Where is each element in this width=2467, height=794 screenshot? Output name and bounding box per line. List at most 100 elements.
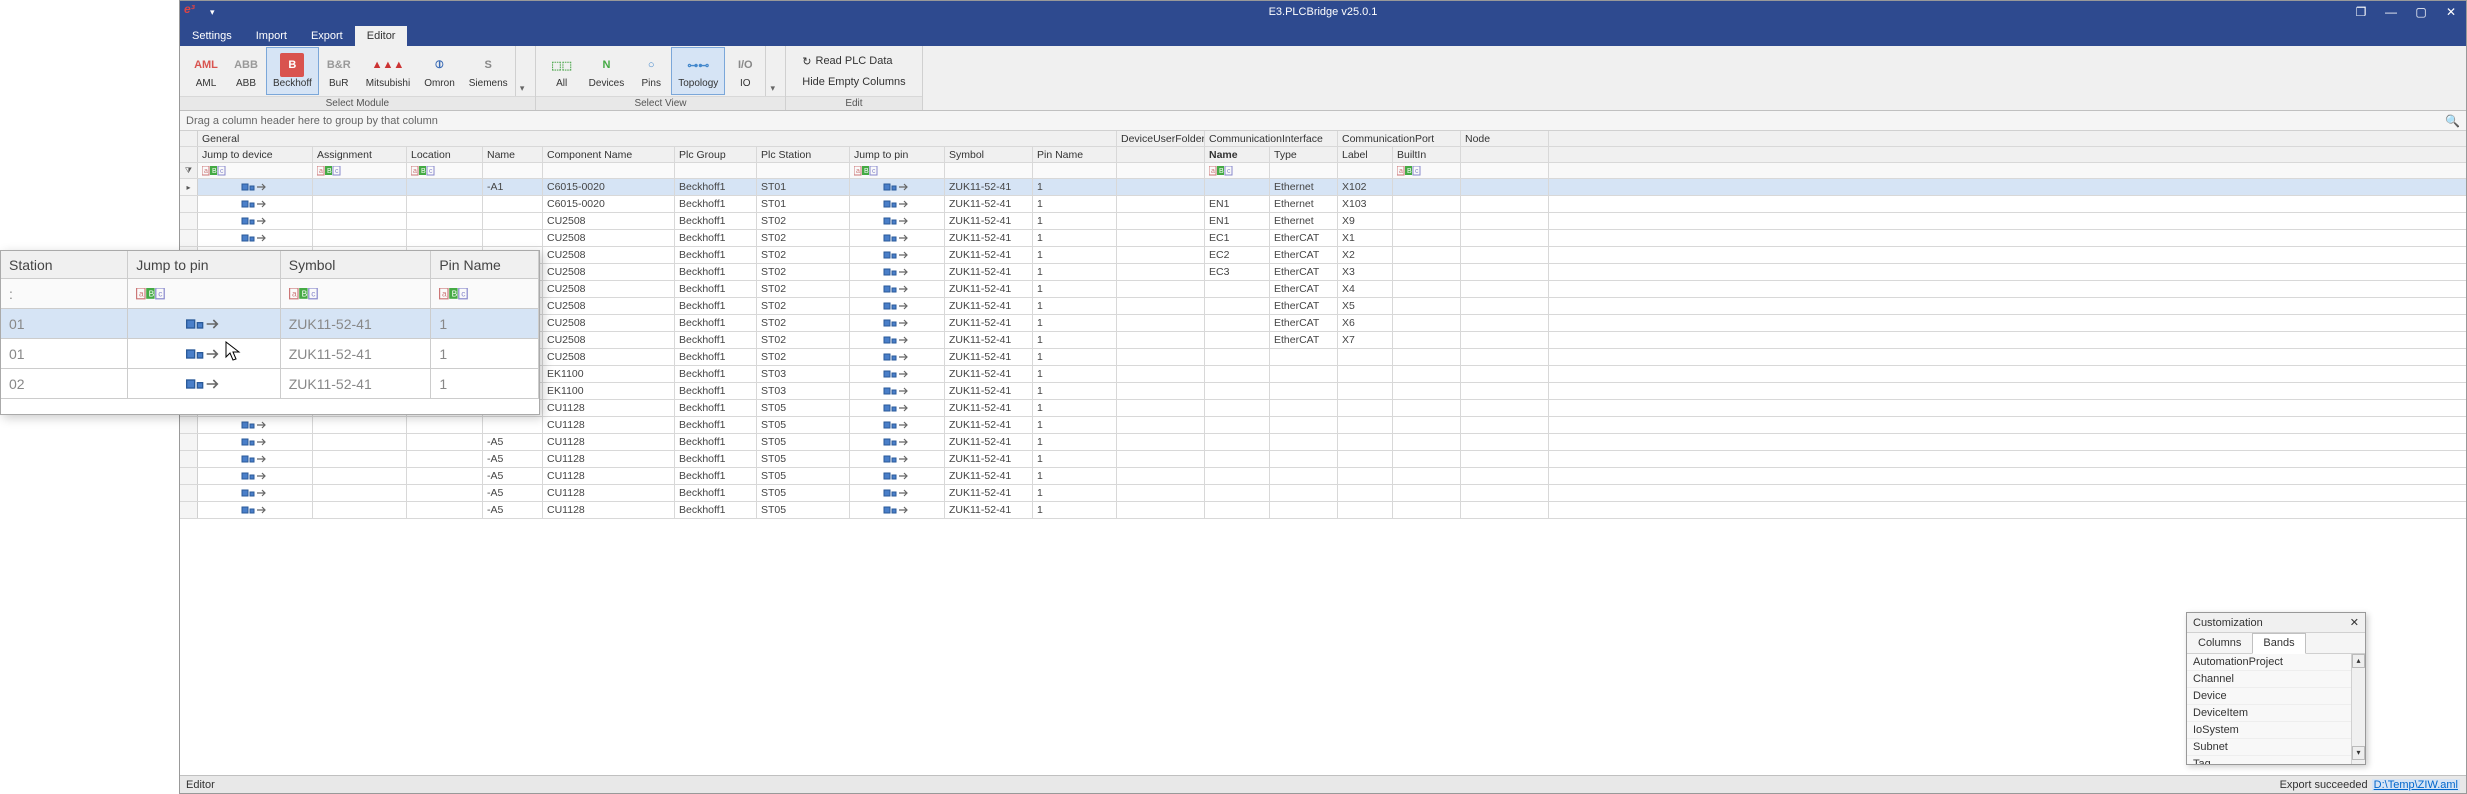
zoom-filter-sym[interactable] xyxy=(281,279,432,308)
cell-jtp[interactable] xyxy=(850,298,945,314)
cell-jtd[interactable] xyxy=(198,502,313,518)
cell-cpbuilt[interactable] xyxy=(1393,349,1461,365)
table-row[interactable]: -A5CU1128Beckhoff1ST05ZUK11-52-411 xyxy=(180,451,2466,468)
cell-ciname[interactable] xyxy=(1205,383,1270,399)
cell-ciname[interactable]: EN1 xyxy=(1205,196,1270,212)
cell-pin[interactable]: 1 xyxy=(1033,502,1117,518)
cell-ciname[interactable] xyxy=(1205,451,1270,467)
cell-jtd[interactable] xyxy=(198,230,313,246)
col-ci-name[interactable]: Name xyxy=(1205,147,1270,162)
cell-citype[interactable]: EtherCAT xyxy=(1270,264,1338,280)
cell-cplabel[interactable]: X3 xyxy=(1338,264,1393,280)
cell-ciname[interactable]: EC3 xyxy=(1205,264,1270,280)
cell-pin[interactable]: 1 xyxy=(1033,264,1117,280)
cell-plcg[interactable]: Beckhoff1 xyxy=(675,264,757,280)
module-bur-button[interactable]: B&RBuR xyxy=(319,47,359,95)
cell-jtp[interactable] xyxy=(850,179,945,195)
zoom-row[interactable]: 01ZUK11-52-411 xyxy=(1,339,539,369)
cell-citype[interactable] xyxy=(1270,383,1338,399)
cell-plcg[interactable]: Beckhoff1 xyxy=(675,366,757,382)
cell-loc[interactable] xyxy=(407,417,483,433)
cell-plcs[interactable]: ST02 xyxy=(757,213,850,229)
cell-node[interactable] xyxy=(1461,366,1549,382)
cell-comp[interactable]: CU1128 xyxy=(543,434,675,450)
cell-plcg[interactable]: Beckhoff1 xyxy=(675,485,757,501)
filter-cplabel[interactable] xyxy=(1338,163,1393,178)
table-row[interactable]: -A5CU1128Beckhoff1ST05ZUK11-52-411 xyxy=(180,485,2466,502)
cell-cplabel[interactable]: X4 xyxy=(1338,281,1393,297)
cell-node[interactable] xyxy=(1461,247,1549,263)
col-name[interactable]: Name xyxy=(483,147,543,162)
cell-cpbuilt[interactable] xyxy=(1393,485,1461,501)
module-beckhoff-button[interactable]: BBeckhoff xyxy=(266,47,319,95)
cell-node[interactable] xyxy=(1461,417,1549,433)
cell-asg[interactable] xyxy=(313,468,407,484)
cell-asg[interactable] xyxy=(313,417,407,433)
cell-duf[interactable] xyxy=(1117,247,1205,263)
cell-duf[interactable] xyxy=(1117,349,1205,365)
cell-pin[interactable]: 1 xyxy=(1033,298,1117,314)
col-assignment[interactable]: Assignment xyxy=(313,147,407,162)
view-io-button[interactable]: I/OIO xyxy=(725,47,765,95)
cell-cplabel[interactable]: X7 xyxy=(1338,332,1393,348)
zoom-col-jump-to-pin[interactable]: Jump to pin xyxy=(128,251,281,278)
cell-duf[interactable] xyxy=(1117,400,1205,416)
cell-pin[interactable]: 1 xyxy=(1033,468,1117,484)
cell-plcs[interactable]: ST05 xyxy=(757,468,850,484)
zoom-filter-station[interactable]: : xyxy=(1,279,128,308)
filter-name[interactable] xyxy=(483,163,543,178)
cell-node[interactable] xyxy=(1461,179,1549,195)
cell-plcg[interactable]: Beckhoff1 xyxy=(675,281,757,297)
zoom-row[interactable]: 01ZUK11-52-411 xyxy=(1,309,539,339)
cell-jtp[interactable] xyxy=(850,196,945,212)
cell-pin[interactable]: 1 xyxy=(1033,315,1117,331)
cell-node[interactable] xyxy=(1461,349,1549,365)
cell-citype[interactable] xyxy=(1270,502,1338,518)
cell-sym[interactable]: ZUK11-52-41 xyxy=(945,179,1033,195)
cell-sym[interactable]: ZUK11-52-41 xyxy=(945,281,1033,297)
cell-name[interactable]: -A5 xyxy=(483,434,543,450)
cell-pin[interactable]: 1 xyxy=(1033,400,1117,416)
cell-pin[interactable]: 1 xyxy=(1033,196,1117,212)
cell-cplabel[interactable] xyxy=(1338,434,1393,450)
minimize-button[interactable]: — xyxy=(2376,1,2406,23)
cell-name[interactable]: -A5 xyxy=(483,502,543,518)
cell-asg[interactable] xyxy=(313,179,407,195)
filter-loc[interactable] xyxy=(407,163,483,178)
cell-plcs[interactable]: ST05 xyxy=(757,502,850,518)
cell-pin[interactable]: 1 xyxy=(1033,281,1117,297)
cell-ciname[interactable] xyxy=(1205,400,1270,416)
cell-pin[interactable]: 1 xyxy=(1033,451,1117,467)
cell-sym[interactable]: ZUK11-52-41 xyxy=(945,434,1033,450)
cell-asg[interactable] xyxy=(313,213,407,229)
cell-duf[interactable] xyxy=(1117,264,1205,280)
cell-plcs[interactable]: ST02 xyxy=(757,332,850,348)
cell-loc[interactable] xyxy=(407,179,483,195)
cell-cpbuilt[interactable] xyxy=(1393,230,1461,246)
cell-jtp[interactable] xyxy=(850,417,945,433)
cell-plcg[interactable]: Beckhoff1 xyxy=(675,213,757,229)
cell-loc[interactable] xyxy=(407,196,483,212)
table-row[interactable]: -A5CU1128Beckhoff1ST05ZUK11-52-411 xyxy=(180,468,2466,485)
cell-jtp[interactable] xyxy=(850,213,945,229)
cell-name[interactable]: -A5 xyxy=(483,468,543,484)
cell-plcs[interactable]: ST01 xyxy=(757,179,850,195)
cell-node[interactable] xyxy=(1461,315,1549,331)
cell-sym[interactable]: ZUK11-52-41 xyxy=(945,400,1033,416)
cell-duf[interactable] xyxy=(1117,281,1205,297)
cell-pin[interactable]: 1 xyxy=(1033,213,1117,229)
cell-cpbuilt[interactable] xyxy=(1393,468,1461,484)
zoom-cell-pin[interactable]: 1 xyxy=(431,309,539,338)
cell-duf[interactable] xyxy=(1117,451,1205,467)
cell-cplabel[interactable]: X1 xyxy=(1338,230,1393,246)
cell-cpbuilt[interactable] xyxy=(1393,264,1461,280)
cell-node[interactable] xyxy=(1461,298,1549,314)
filter-indicator-icon[interactable]: ⧩ xyxy=(180,163,198,178)
cell-plcg[interactable]: Beckhoff1 xyxy=(675,451,757,467)
cell-name[interactable] xyxy=(483,417,543,433)
cell-citype[interactable]: EtherCAT xyxy=(1270,247,1338,263)
cell-citype[interactable]: EtherCAT xyxy=(1270,332,1338,348)
tab-export[interactable]: Export xyxy=(299,26,355,46)
cell-duf[interactable] xyxy=(1117,230,1205,246)
col-plc-group[interactable]: Plc Group xyxy=(675,147,757,162)
